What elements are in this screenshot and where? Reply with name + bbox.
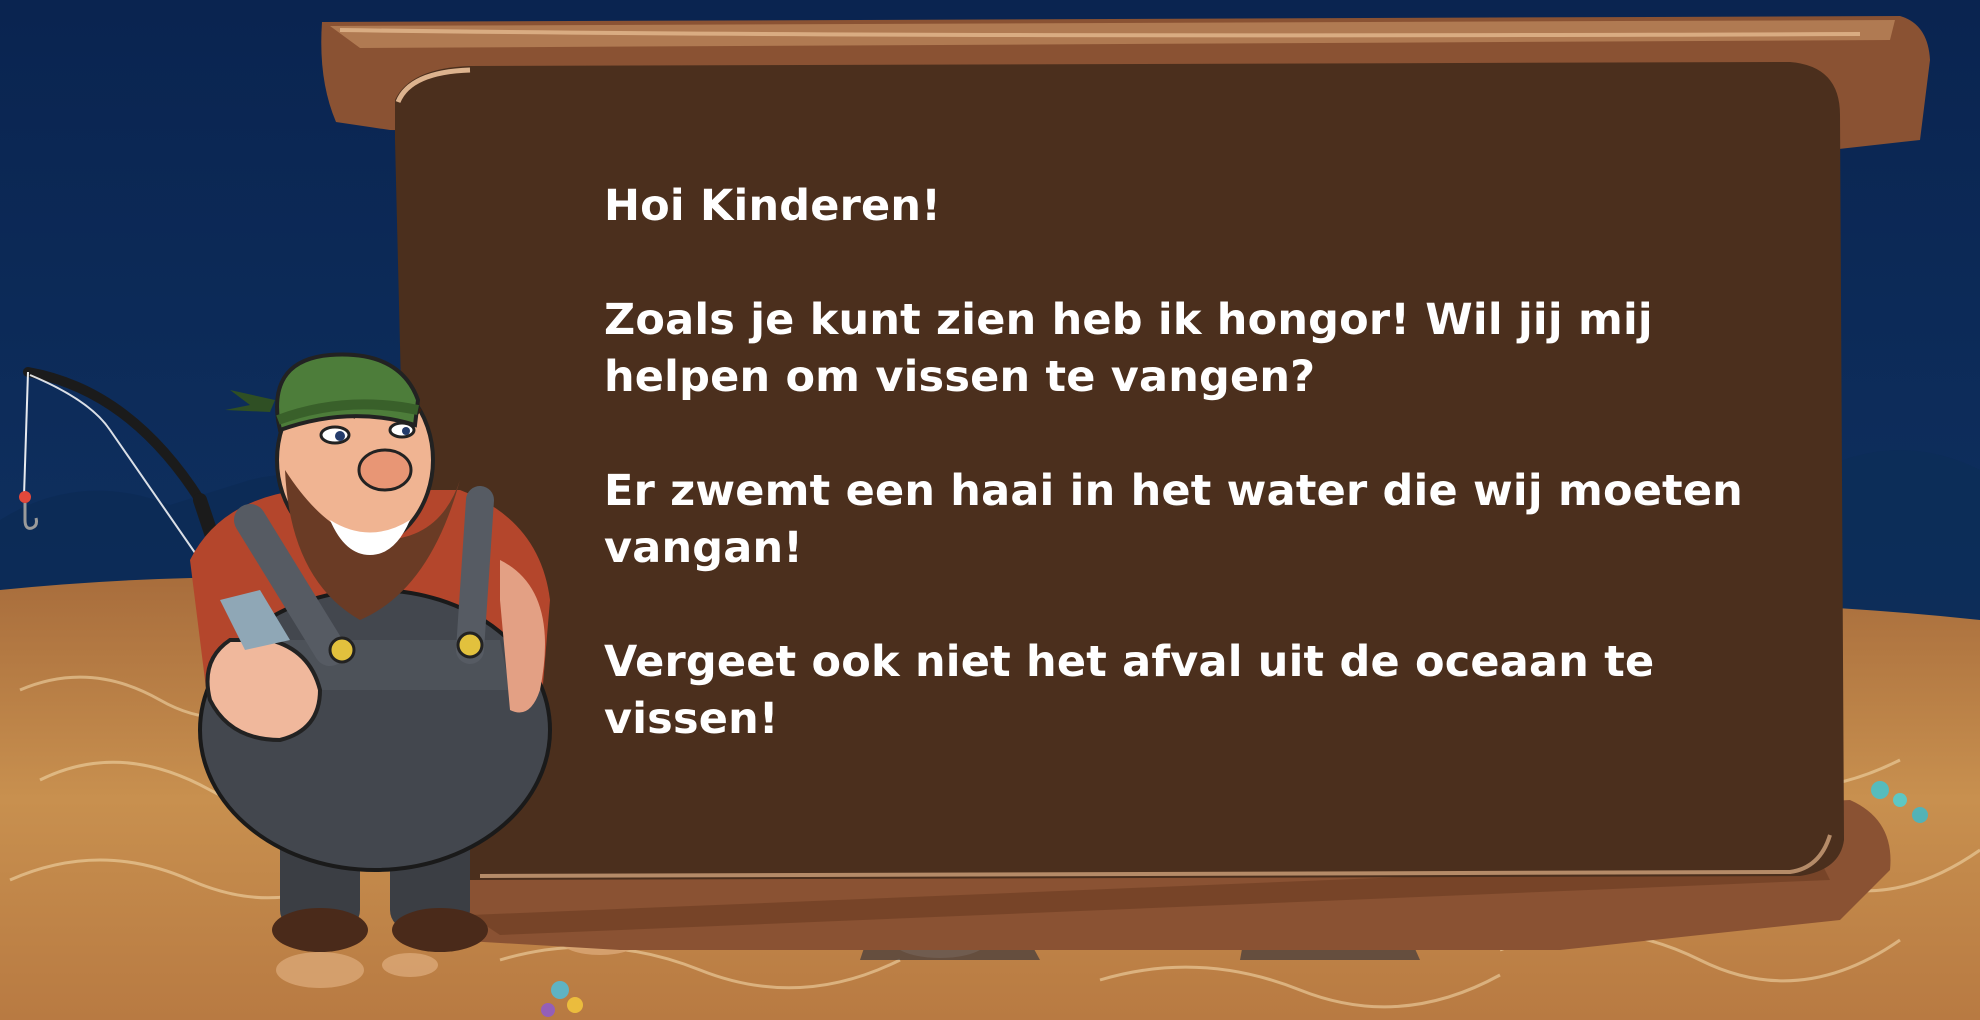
game-scene: Hoi Kinderen! Zoals je kunt zien heb ik … [0,0,1980,1020]
dialog-line-1: Zoals je kunt zien heb ik hongor! Wil ji… [604,295,1653,402]
dialog-line-3: Vergeet ook niet het afval uit de oceaan… [604,637,1655,744]
dialog-line-2: Er zwemt een haai in het water die wij m… [604,466,1743,573]
dialog-text: Hoi Kinderen! Zoals je kunt zien heb ik … [604,178,1804,805]
dialog-greeting: Hoi Kinderen! [604,181,942,231]
